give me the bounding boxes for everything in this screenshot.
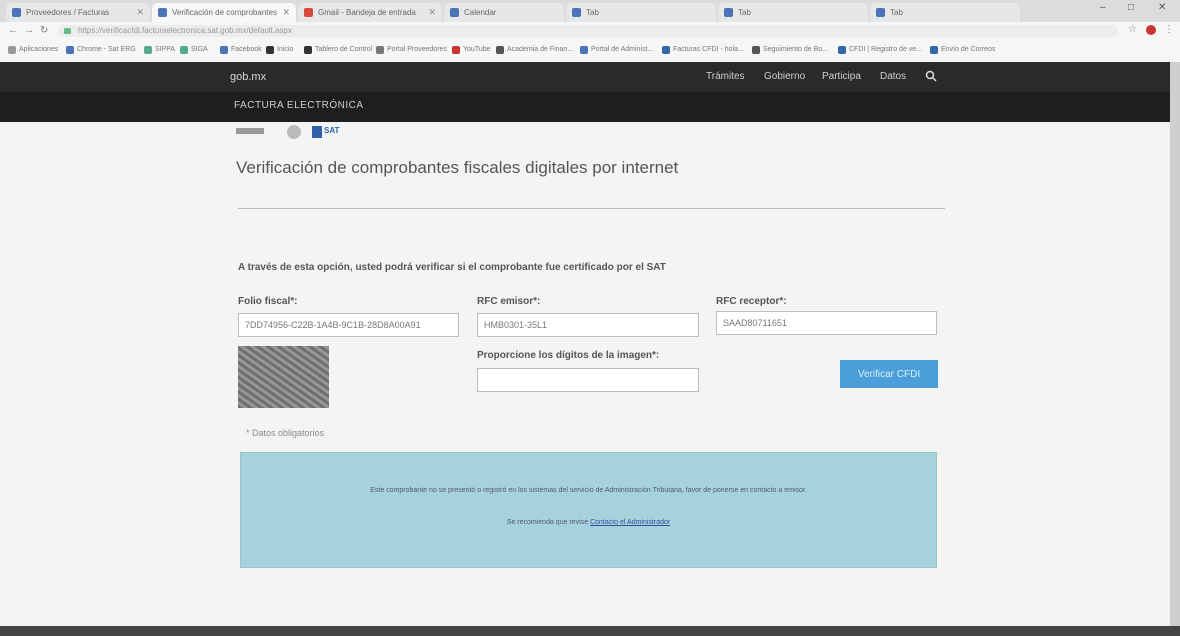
tab-favicon-icon — [572, 8, 581, 17]
search-icon[interactable] — [925, 70, 937, 82]
url-input[interactable]: https://verificacfdi.facturaelectronica.… — [58, 25, 1118, 37]
sat-logo-text: SAT — [324, 126, 340, 135]
nav-participa[interactable]: Participa — [822, 71, 861, 82]
required-fields-note: * Datos obligatorios — [246, 428, 325, 438]
bookmark-item[interactable]: Envío de Correos — [930, 46, 995, 54]
bookmark-item[interactable]: SIPPA — [144, 46, 175, 54]
title-divider — [238, 208, 945, 209]
profile-avatar[interactable] — [1146, 25, 1156, 35]
lock-icon — [64, 28, 71, 34]
bookmark-item[interactable]: Facturas CFDI - hola... — [662, 46, 744, 54]
star-icon[interactable]: ☆ — [1128, 24, 1137, 35]
captcha-label: Proporcione los dígitos de la imagen*: — [477, 350, 660, 361]
folio-fiscal-input[interactable] — [238, 313, 459, 337]
header-sub-row: FACTURA ELECTRÓNICA — [0, 92, 1170, 122]
minimize-icon[interactable]: – — [1100, 2, 1106, 13]
folio-fiscal-label: Folio fiscal*: — [238, 296, 298, 307]
rfc-emisor-input[interactable] — [477, 313, 699, 337]
forward-icon[interactable]: → — [24, 25, 34, 36]
bookmark-item[interactable]: CFDI | Registro de ve... — [838, 46, 922, 54]
bookmark-item[interactable]: Tablero de Control — [304, 46, 372, 54]
verify-cfdi-button[interactable]: Verificar CFDI — [840, 360, 938, 388]
browser-tab-active[interactable]: Verificación de comprobantes ✕ — [152, 3, 296, 22]
bookmark-item[interactable]: Aplicaciones — [8, 46, 58, 54]
bookmark-item[interactable]: SIGA — [180, 46, 208, 54]
bookmarks-bar: Aplicaciones Chrome - Sat ERG SIPPA SIGA… — [0, 40, 1180, 63]
browser-tab[interactable]: Tab — [870, 3, 1020, 22]
bookmark-item[interactable]: Facebook — [220, 46, 262, 54]
nav-gobierno[interactable]: Gobierno — [764, 71, 805, 82]
close-icon[interactable]: ✕ — [282, 3, 290, 22]
nav-tramites[interactable]: Trámites — [706, 71, 745, 82]
close-icon[interactable]: ✕ — [136, 3, 144, 22]
browser-tab[interactable]: Tab — [566, 3, 716, 22]
site-header: gob.mx Trámites Gobierno Participa Datos… — [0, 62, 1170, 122]
tab-favicon-icon — [724, 8, 733, 17]
tab-favicon-icon — [158, 8, 167, 17]
header-top-row: gob.mx Trámites Gobierno Participa Datos — [0, 62, 1170, 92]
instruction-text: A través de esta opción, usted podrá ver… — [238, 262, 666, 273]
tab-favicon-icon — [876, 8, 885, 17]
menu-icon[interactable]: ⋮ — [1164, 24, 1174, 35]
bookmark-item[interactable]: Inicio — [266, 46, 293, 54]
bookmark-item[interactable]: Portal Proveedores — [376, 46, 447, 54]
taskbar — [0, 626, 1180, 636]
page-title: Verificación de comprobantes fiscales di… — [236, 158, 679, 177]
back-icon[interactable]: ← — [8, 25, 18, 36]
close-icon[interactable]: ✕ — [428, 3, 436, 22]
rfc-receptor-input[interactable] — [716, 311, 937, 335]
shcp-logo-icon — [236, 125, 322, 139]
bookmark-item[interactable]: YouTube — [452, 46, 491, 54]
section-subtitle[interactable]: FACTURA ELECTRÓNICA — [234, 100, 364, 111]
nav-datos[interactable]: Datos — [880, 71, 906, 82]
contact-admin-link[interactable]: Contacto el Administrador — [590, 519, 670, 526]
browser-tab[interactable]: Gmail - Bandeja de entrada ✕ — [298, 3, 442, 22]
reload-icon[interactable]: ↻ — [40, 25, 48, 36]
close-window-icon[interactable]: ✕ — [1158, 2, 1166, 13]
captcha-input[interactable] — [477, 368, 699, 392]
browser-tab[interactable]: Tab — [718, 3, 868, 22]
contact-line: Se recomienda que revise Contacto el Adm… — [506, 519, 671, 526]
result-message-box: Este comprobante no se presentó o regist… — [240, 452, 937, 568]
tab-favicon-icon — [304, 8, 313, 17]
tab-favicon-icon — [450, 8, 459, 17]
captcha-image — [238, 346, 329, 408]
rfc-receptor-label: RFC receptor*: — [716, 296, 787, 307]
tab-favicon-icon — [12, 8, 21, 17]
brand-logo[interactable]: gob.mx — [230, 71, 266, 83]
rfc-emisor-label: RFC emisor*: — [477, 296, 541, 307]
bookmark-item[interactable]: Seguimiento de Bo... — [752, 46, 828, 54]
bookmark-item[interactable]: Portal de Administ... — [580, 46, 653, 54]
bookmark-item[interactable]: Academia de Finan... — [496, 46, 573, 54]
address-bar: ← → ↻ https://verificacfdi.facturaelectr… — [0, 22, 1180, 40]
maximize-icon[interactable]: □ — [1128, 2, 1134, 13]
institution-logos: SAT — [236, 124, 396, 142]
browser-tab[interactable]: Proveedores / Facturas ✕ — [6, 3, 150, 22]
browser-tab[interactable]: Calendar — [444, 3, 564, 22]
scrollbar[interactable] — [1170, 62, 1180, 636]
bookmark-item[interactable]: Chrome - Sat ERG — [66, 46, 136, 54]
browser-tabbar: Proveedores / Facturas ✕ Verificación de… — [0, 0, 1180, 22]
result-message: Este comprobante no se presentó o regist… — [370, 487, 807, 494]
